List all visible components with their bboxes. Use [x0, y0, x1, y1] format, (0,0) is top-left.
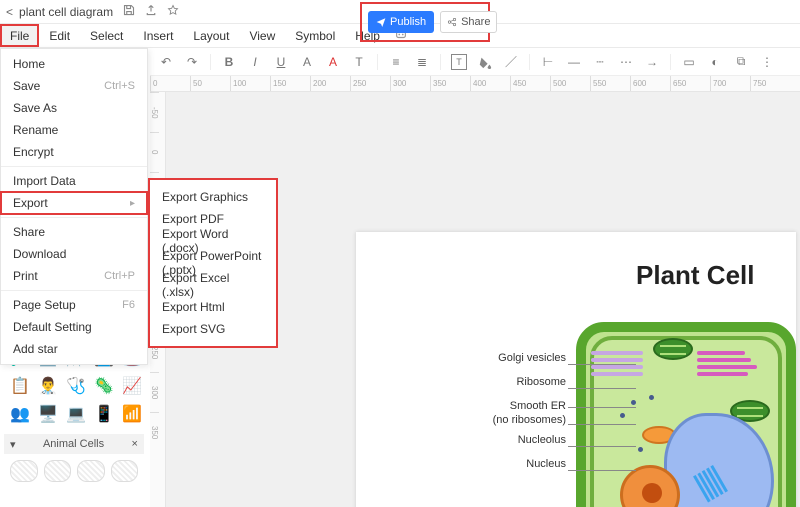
- redo-icon[interactable]: ↷: [184, 54, 200, 70]
- chevron-right-icon: ▸: [130, 198, 135, 209]
- shape-thumb[interactable]: 🦠: [92, 374, 116, 398]
- file-menu-dropdown: HomeSaveCtrl+SSave AsRenameEncrypt Import…: [0, 48, 148, 365]
- menu-layout[interactable]: Layout: [183, 24, 239, 47]
- document-title: plant cell diagram: [19, 5, 113, 19]
- menu-file[interactable]: File: [0, 24, 39, 47]
- horizontal-ruler: 0501001502002503003504004505005506006507…: [150, 76, 800, 92]
- font-color-icon[interactable]: A: [325, 54, 341, 70]
- more-icon[interactable]: ⋮: [759, 54, 775, 70]
- file-menu-item[interactable]: Home: [1, 53, 147, 75]
- close-icon[interactable]: ×: [132, 438, 138, 450]
- line-icon[interactable]: ／: [503, 54, 519, 70]
- line-start-icon[interactable]: ⊢: [540, 54, 556, 70]
- file-menu-item[interactable]: Encrypt: [1, 141, 147, 163]
- label: Ribosome: [396, 376, 566, 400]
- separator: [440, 54, 441, 70]
- menu-symbol[interactable]: Symbol: [285, 24, 345, 47]
- publish-button[interactable]: Publish: [368, 11, 434, 33]
- label: Nucleolus: [396, 434, 566, 458]
- layers-icon[interactable]: ⧉: [733, 54, 749, 70]
- diagram-title: Plant Cell: [636, 260, 754, 291]
- fill-icon[interactable]: [477, 54, 493, 70]
- paper-plane-icon: [376, 17, 386, 27]
- text-box-icon[interactable]: T: [451, 54, 467, 70]
- share-icon: [447, 17, 457, 27]
- file-menu-item[interactable]: Import Data: [1, 170, 147, 192]
- file-menu-item[interactable]: Save As: [1, 97, 147, 119]
- export-menu-item[interactable]: Export SVG: [150, 318, 276, 340]
- line-dash-icon[interactable]: ┄: [592, 54, 608, 70]
- bold-icon[interactable]: B: [221, 54, 237, 70]
- label: Smooth ER: [396, 400, 566, 414]
- plant-cell-illustration: [576, 322, 796, 507]
- file-menu-item[interactable]: SaveCtrl+S: [1, 75, 147, 97]
- export-menu-item[interactable]: Export Html: [150, 296, 276, 318]
- page[interactable]: Plant Cell Golgi vesicles Ribosome Smoot…: [356, 232, 796, 507]
- shape-thumb[interactable]: [111, 460, 139, 482]
- menu-insert[interactable]: Insert: [133, 24, 183, 47]
- shape-thumb[interactable]: 🖥️: [36, 402, 60, 426]
- shape-thumb[interactable]: 📱: [92, 402, 116, 426]
- label: Nucleus: [396, 458, 566, 482]
- separator: [670, 54, 671, 70]
- export-icon[interactable]: [145, 4, 157, 19]
- shape-row: [4, 454, 144, 488]
- shape-thumb[interactable]: 👥: [8, 402, 32, 426]
- file-menu-item[interactable]: PrintCtrl+P: [1, 265, 147, 287]
- share-label: Share: [461, 16, 490, 28]
- shape-thumb[interactable]: [10, 460, 38, 482]
- file-menu-item[interactable]: Add star: [1, 338, 147, 360]
- category-label: Animal Cells: [43, 438, 104, 450]
- shape-thumb[interactable]: 📶: [120, 402, 144, 426]
- back-button[interactable]: <: [6, 5, 13, 19]
- menu-view[interactable]: View: [239, 24, 285, 47]
- line-solid-icon[interactable]: —: [566, 54, 582, 70]
- file-menu-item[interactable]: Export▸: [1, 192, 147, 214]
- align-left-icon[interactable]: ≡: [388, 54, 404, 70]
- file-menu-item[interactable]: Rename: [1, 119, 147, 141]
- chevron-down-icon: ▾: [10, 438, 16, 451]
- shape-thumb[interactable]: 🩺: [64, 374, 88, 398]
- align-center-icon[interactable]: ≣: [414, 54, 430, 70]
- shape-thumb[interactable]: 💻: [64, 402, 88, 426]
- shape-category-header[interactable]: ▾ Animal Cells ×: [4, 434, 144, 454]
- shape-thumb[interactable]: 👨‍⚕️: [36, 374, 60, 398]
- shape-thumb[interactable]: [44, 460, 72, 482]
- opacity-icon[interactable]: ◐: [707, 54, 723, 70]
- line-end-icon[interactable]: →: [644, 54, 660, 70]
- shape-thumb[interactable]: 📈: [120, 374, 144, 398]
- file-menu-item[interactable]: Share: [1, 221, 147, 243]
- separator: [210, 54, 211, 70]
- publish-share-highlight: Publish Share: [360, 2, 490, 42]
- file-menu-item[interactable]: Default Setting: [1, 316, 147, 338]
- line-dot-icon[interactable]: ⋯: [618, 54, 634, 70]
- export-submenu: Export GraphicsExport PDFExport Word (.d…: [148, 178, 278, 348]
- file-menu-item[interactable]: Page SetupF6: [1, 294, 147, 316]
- format-toolbar: ↶ ↷ B I U A A T ≡ ≣ T ／ ⊢ — ┄ ⋯ → ▭ ◐ ⧉ …: [150, 48, 800, 76]
- menu-edit[interactable]: Edit: [39, 24, 80, 47]
- export-menu-item[interactable]: Export Graphics: [150, 186, 276, 208]
- separator: [377, 54, 378, 70]
- shape-thumb[interactable]: [77, 460, 105, 482]
- font-icon[interactable]: A: [299, 54, 315, 70]
- publish-label: Publish: [390, 16, 426, 28]
- diagram-labels: Golgi vesicles Ribosome Smooth ER (no ri…: [396, 352, 566, 482]
- file-menu-item[interactable]: Download: [1, 243, 147, 265]
- share-button[interactable]: Share: [440, 11, 497, 33]
- star-icon[interactable]: [167, 4, 179, 19]
- menu-select[interactable]: Select: [80, 24, 133, 47]
- italic-icon[interactable]: I: [247, 54, 263, 70]
- text-size-icon[interactable]: T: [351, 54, 367, 70]
- shape-thumb[interactable]: 📋: [8, 374, 32, 398]
- underline-icon[interactable]: U: [273, 54, 289, 70]
- label: Golgi vesicles: [396, 352, 566, 376]
- undo-icon[interactable]: ↶: [158, 54, 174, 70]
- shape-rect-icon[interactable]: ▭: [681, 54, 697, 70]
- save-icon[interactable]: [123, 4, 135, 19]
- label: (no ribosomes): [396, 414, 566, 434]
- separator: [529, 54, 530, 70]
- export-menu-item[interactable]: Export Excel (.xlsx): [150, 274, 276, 296]
